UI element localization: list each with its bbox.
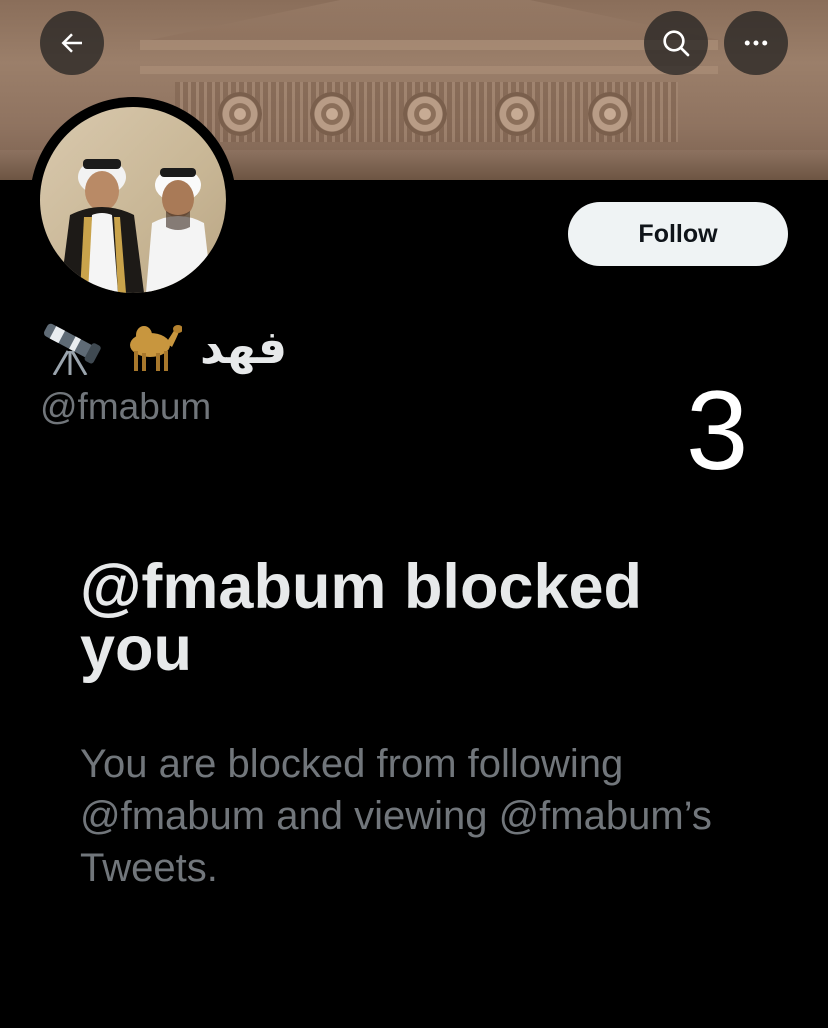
blocked-title: @fmabum blocked you <box>80 552 643 684</box>
banner-ledge <box>140 66 718 74</box>
blocked-message: You are blocked from following @fmabum a… <box>80 742 712 890</box>
profile-handle: @fmabum <box>40 386 212 427</box>
banner-ledge <box>140 40 718 50</box>
follow-button[interactable]: Follow <box>568 202 788 266</box>
more-button[interactable] <box>724 11 788 75</box>
banner-rosette <box>310 92 354 136</box>
banner-rosette <box>218 92 262 136</box>
banner-rosette <box>495 92 539 136</box>
telescope-emoji <box>43 323 101 375</box>
display-name: فهد <box>40 310 287 384</box>
display-name-text: فهد <box>200 320 288 374</box>
avatar-photo <box>40 107 226 293</box>
profile-avatar[interactable] <box>30 97 236 303</box>
banner-rosette <box>403 92 447 136</box>
search-button[interactable] <box>644 11 708 75</box>
banner-pediment <box>150 0 720 40</box>
search-icon <box>663 30 690 57</box>
camel-emoji <box>130 325 182 371</box>
more-horizontal-icon <box>744 40 768 46</box>
step-number: 3 <box>686 368 749 493</box>
arrow-left-icon <box>61 33 82 53</box>
back-button[interactable] <box>40 11 104 75</box>
banner-rosette <box>588 92 632 136</box>
